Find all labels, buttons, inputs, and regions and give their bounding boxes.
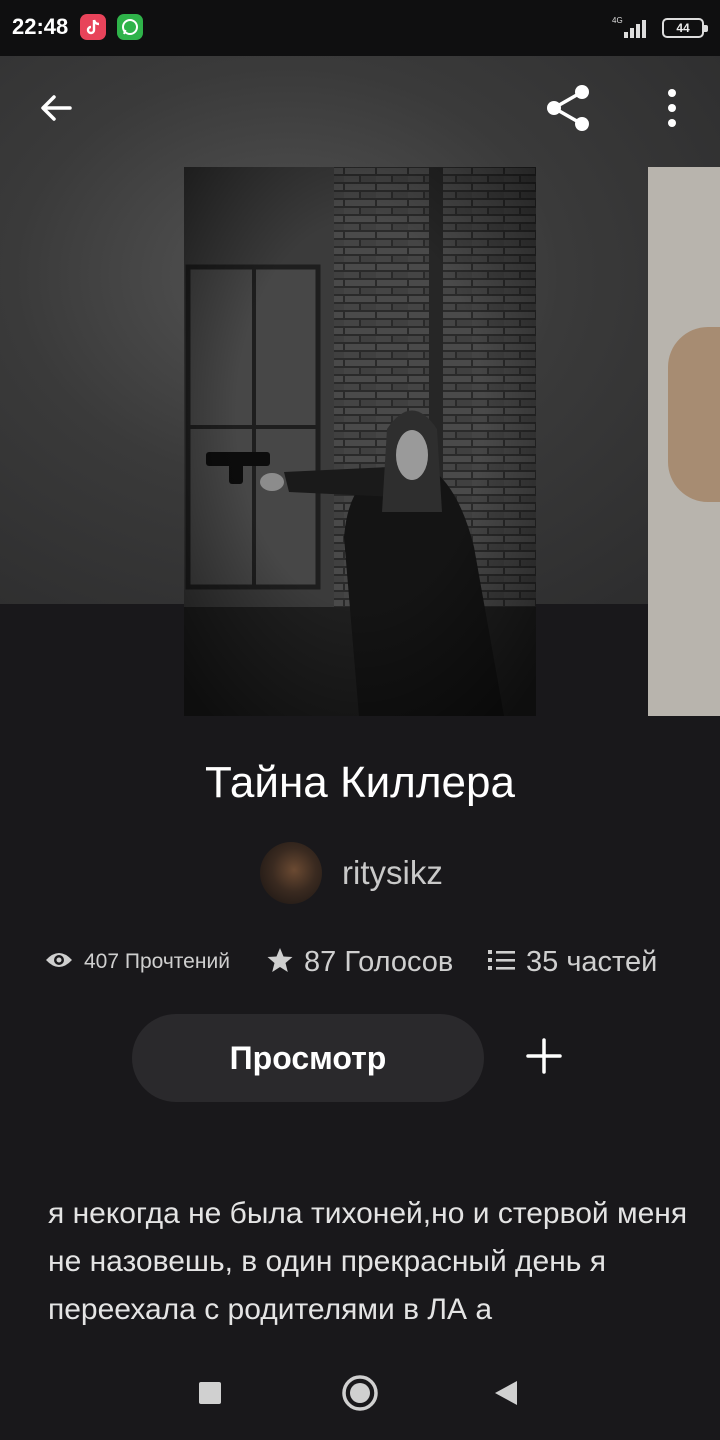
reads-stat: 407 Прочтений xyxy=(44,934,230,990)
reads-count: 407 Прочтений xyxy=(84,950,230,973)
home-circle-icon xyxy=(341,1374,379,1417)
whatsapp-icon xyxy=(117,14,143,40)
arrow-left-icon xyxy=(36,88,76,133)
votes-count: 87 Голосов xyxy=(304,945,454,978)
share-button[interactable] xyxy=(538,80,598,140)
home-button[interactable] xyxy=(335,1370,385,1420)
svg-text:4G: 4G xyxy=(612,16,623,25)
view-button[interactable]: Просмотр xyxy=(132,1014,484,1102)
avatar xyxy=(260,842,322,904)
author-link[interactable]: ritysikz xyxy=(260,842,443,904)
star-icon xyxy=(266,946,304,979)
status-time: 22:48 xyxy=(12,14,69,39)
status-bar: 22:48 4G 44 xyxy=(0,0,720,56)
story-cover-image[interactable] xyxy=(184,167,536,716)
recents-button[interactable] xyxy=(185,1370,235,1420)
parts-count: 35 частей xyxy=(526,945,658,978)
system-nav-bar xyxy=(0,1348,720,1440)
story-description: я некогда не была тихоней,но и стервой м… xyxy=(48,1197,688,1326)
eye-icon xyxy=(44,949,84,976)
list-icon xyxy=(488,948,526,977)
share-icon xyxy=(542,82,594,139)
votes-stat: 87 Голосов xyxy=(266,934,453,990)
signal-icon: 4G xyxy=(610,14,654,45)
plus-icon xyxy=(526,1037,562,1079)
author-name: ritysikz xyxy=(342,854,443,891)
back-triangle-icon xyxy=(493,1379,519,1412)
cover-shape xyxy=(668,327,720,502)
system-back-button[interactable] xyxy=(481,1370,531,1420)
add-to-library-button[interactable] xyxy=(512,1026,576,1090)
more-options-button[interactable] xyxy=(642,80,702,140)
recents-square-icon xyxy=(198,1381,222,1410)
story-stats: 407 Прочтений 87 Голосов 35 частей xyxy=(0,934,720,990)
back-button[interactable] xyxy=(26,80,86,140)
more-vertical-icon xyxy=(666,88,678,133)
story-title: Тайна Киллера xyxy=(205,758,515,807)
battery-indicator: 44 xyxy=(662,18,708,38)
tiktok-icon xyxy=(80,14,106,40)
next-story-cover[interactable] xyxy=(648,167,720,716)
parts-stat: 35 частей xyxy=(488,934,657,990)
